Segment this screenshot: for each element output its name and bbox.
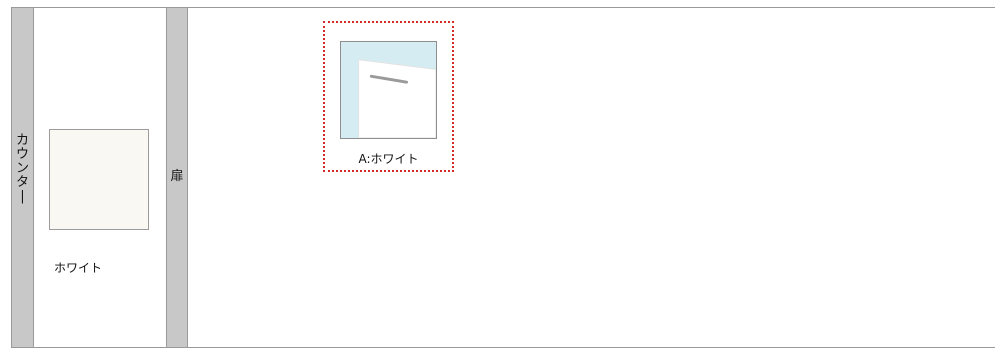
door-option-a-white[interactable]: A:ホワイト <box>323 21 454 172</box>
counter-section-label: カウンタ | <box>15 133 29 204</box>
counter-white-swatch[interactable] <box>49 129 149 230</box>
color-selection-table: カウンタ | ホワイト 扉 A:ホワイト <box>11 7 995 348</box>
counter-option-cell: ホワイト <box>34 8 166 347</box>
door-panel-illustration <box>341 42 436 138</box>
door-section-label: 扉 <box>170 169 184 184</box>
door-white-thumbnail[interactable] <box>340 41 437 139</box>
counter-section-header: カウンタ | <box>12 8 34 347</box>
door-option-a-label: A:ホワイト <box>358 152 419 166</box>
counter-white-label: ホワイト <box>54 261 103 275</box>
door-options-area: A:ホワイト <box>188 8 995 347</box>
door-section-header: 扉 <box>166 8 188 347</box>
